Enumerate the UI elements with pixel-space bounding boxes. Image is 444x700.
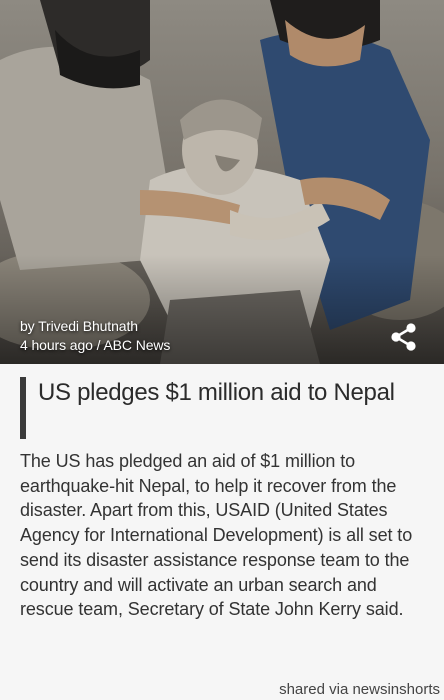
headline-block: US pledges $1 million aid to Nepal bbox=[20, 377, 424, 439]
publish-meta: 4 hours ago / ABC News bbox=[20, 337, 171, 353]
news-card: by Trivedi Bhutnath 4 hours ago / ABC Ne… bbox=[0, 0, 444, 700]
headline: US pledges $1 million aid to Nepal bbox=[38, 379, 395, 406]
shared-via-footer: shared via newsinshorts bbox=[279, 681, 440, 698]
author-name: by Trivedi Bhutnath bbox=[20, 318, 138, 334]
news-photo: by Trivedi Bhutnath 4 hours ago / ABC Ne… bbox=[0, 0, 444, 364]
article-summary: The US has pledged an aid of $1 million … bbox=[20, 451, 413, 620]
byline: by Trivedi Bhutnath 4 hours ago / ABC Ne… bbox=[20, 317, 170, 355]
share-icon bbox=[391, 323, 416, 351]
headline-accent-bar bbox=[20, 377, 26, 439]
share-button[interactable] bbox=[388, 322, 420, 352]
